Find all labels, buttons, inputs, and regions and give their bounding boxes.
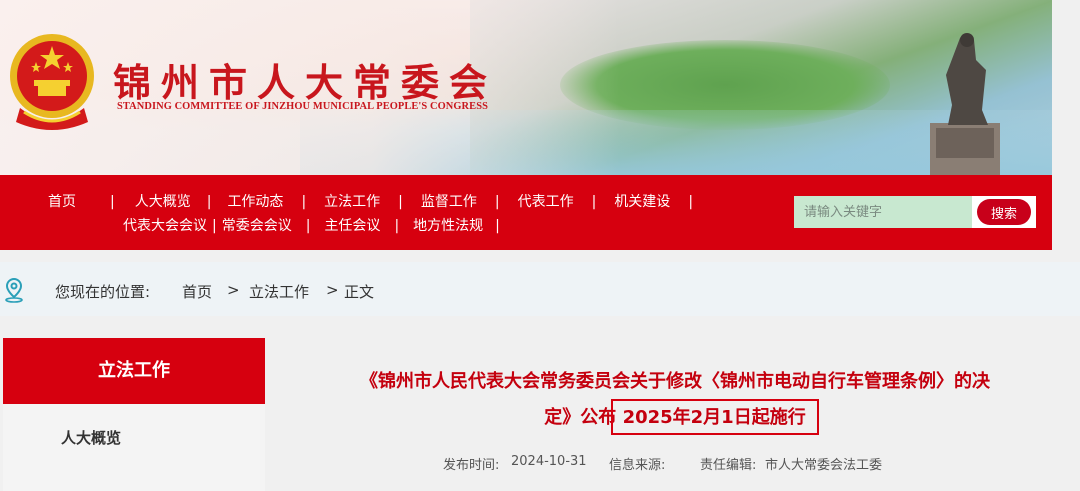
nav-item-home[interactable]: 首页 (48, 191, 76, 211)
nav-row-1: 首页 | 人大概览 | 工作动态 | 立法工作 | 监督工作 | 代表工作 | 机关建设 | (48, 191, 711, 211)
sidebar-item-overview[interactable]: 人大概览 (61, 427, 121, 448)
search-input[interactable] (794, 196, 972, 228)
breadcrumb-separator: > (227, 281, 240, 299)
publish-label: 发布时间: (443, 458, 500, 473)
nav-row-2: 代表大会会议 | 常委会会议 | 主任会议 | 地方性法规 | (123, 215, 512, 235)
editor-label: 责任编辑: (700, 458, 757, 473)
breadcrumb (0, 262, 1080, 316)
nav-item-director-meeting[interactable]: 主任会议 (324, 215, 380, 235)
national-emblem-icon (10, 34, 94, 130)
nav-item-overview[interactable]: 人大概览 (135, 191, 191, 211)
nav-item-news[interactable]: 工作动态 (227, 191, 283, 211)
article-title-line-1: 《锦州市人民代表大会常务委员会关于修改〈锦州市电动自行车管理条例〉的决 (360, 371, 990, 392)
search-button[interactable]: 搜索 (977, 199, 1031, 225)
breadcrumb-section-link[interactable]: 立法工作 (249, 281, 309, 302)
editor-name: 市人大常委会法工委 (765, 458, 883, 473)
location-pin-icon (5, 277, 23, 303)
nav-item-deputies[interactable]: 代表工作 (518, 191, 574, 211)
publish-date: 2024-10-31 (511, 454, 587, 469)
nav-item-legislation[interactable]: 立法工作 (324, 191, 380, 211)
nav-item-supervision[interactable]: 监督工作 (421, 191, 477, 211)
nav-item-organ[interactable]: 机关建设 (614, 191, 670, 211)
sidebar-heading: 立法工作 (3, 338, 265, 404)
statue-icon (930, 33, 1000, 175)
nav-item-standing-meeting[interactable]: 常委会会议 (222, 215, 292, 235)
site-title: 锦州市人大常委会 (113, 60, 498, 105)
highlight-box (611, 399, 819, 435)
breadcrumb-separator: > (326, 281, 339, 299)
nav-item-congress-meeting[interactable]: 代表大会会议 (123, 215, 207, 235)
nav-item-local-regulations[interactable]: 地方性法规 (413, 215, 483, 235)
site-subtitle: STANDING COMMITTEE OF JINZHOU MUNICIPAL … (117, 101, 488, 112)
source-label: 信息来源: (609, 458, 666, 473)
breadcrumb-home-link[interactable]: 首页 (182, 281, 212, 302)
breadcrumb-current: 正文 (344, 283, 375, 301)
breadcrumb-label: 您现在的位置: (55, 283, 151, 301)
